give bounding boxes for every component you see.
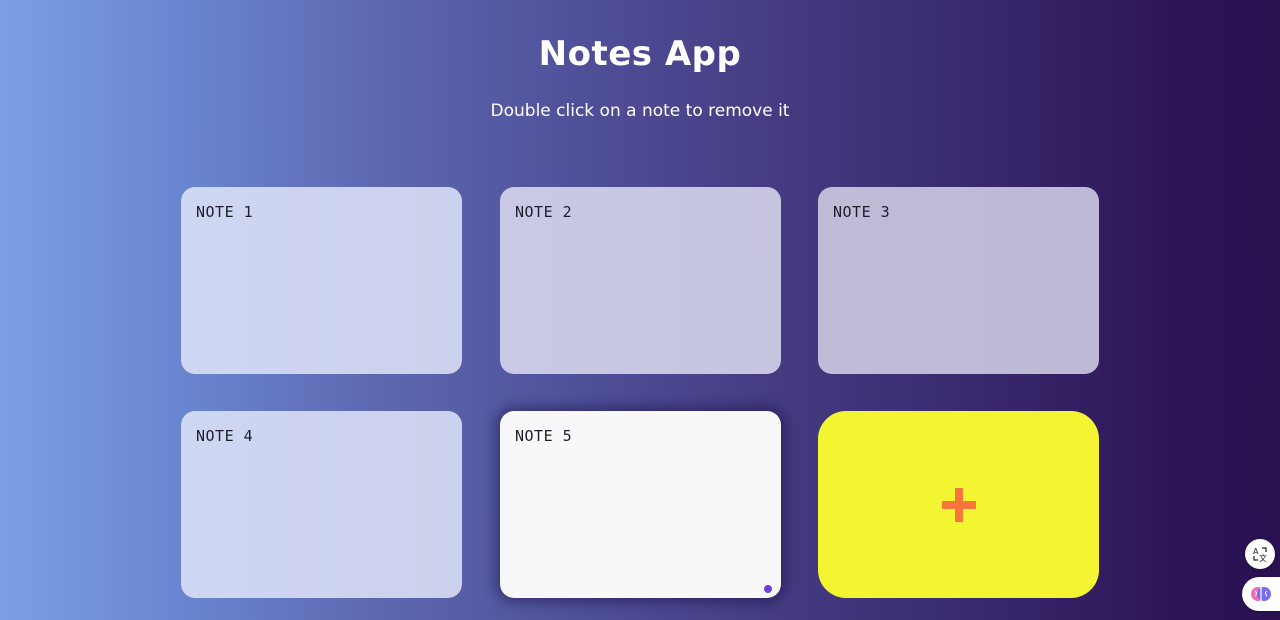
resize-handle-dot	[764, 585, 772, 593]
note-text: NOTE 2	[515, 203, 573, 221]
page-subtitle: Double click on a note to remove it	[490, 101, 790, 121]
note-text: NOTE 3	[833, 203, 891, 221]
note-text: NOTE 4	[196, 427, 254, 445]
note-text: NOTE 5	[515, 427, 573, 445]
note-card[interactable]: NOTE 4	[181, 411, 462, 598]
translate-icon: A 文	[1253, 547, 1267, 562]
note-card-active[interactable]: NOTE 5	[500, 411, 781, 598]
page-title: Notes App	[538, 34, 742, 74]
note-text: NOTE 1	[196, 203, 254, 221]
brain-icon	[1251, 587, 1271, 601]
note-card[interactable]: NOTE 3	[818, 187, 1099, 374]
add-note-button[interactable]	[818, 411, 1099, 598]
note-card[interactable]: NOTE 1	[181, 187, 462, 374]
plus-icon	[941, 487, 976, 522]
note-card[interactable]: NOTE 2	[500, 187, 781, 374]
assistant-button[interactable]	[1242, 577, 1280, 611]
svg-text:文: 文	[1259, 553, 1267, 562]
translate-button[interactable]: A 文	[1245, 539, 1275, 569]
